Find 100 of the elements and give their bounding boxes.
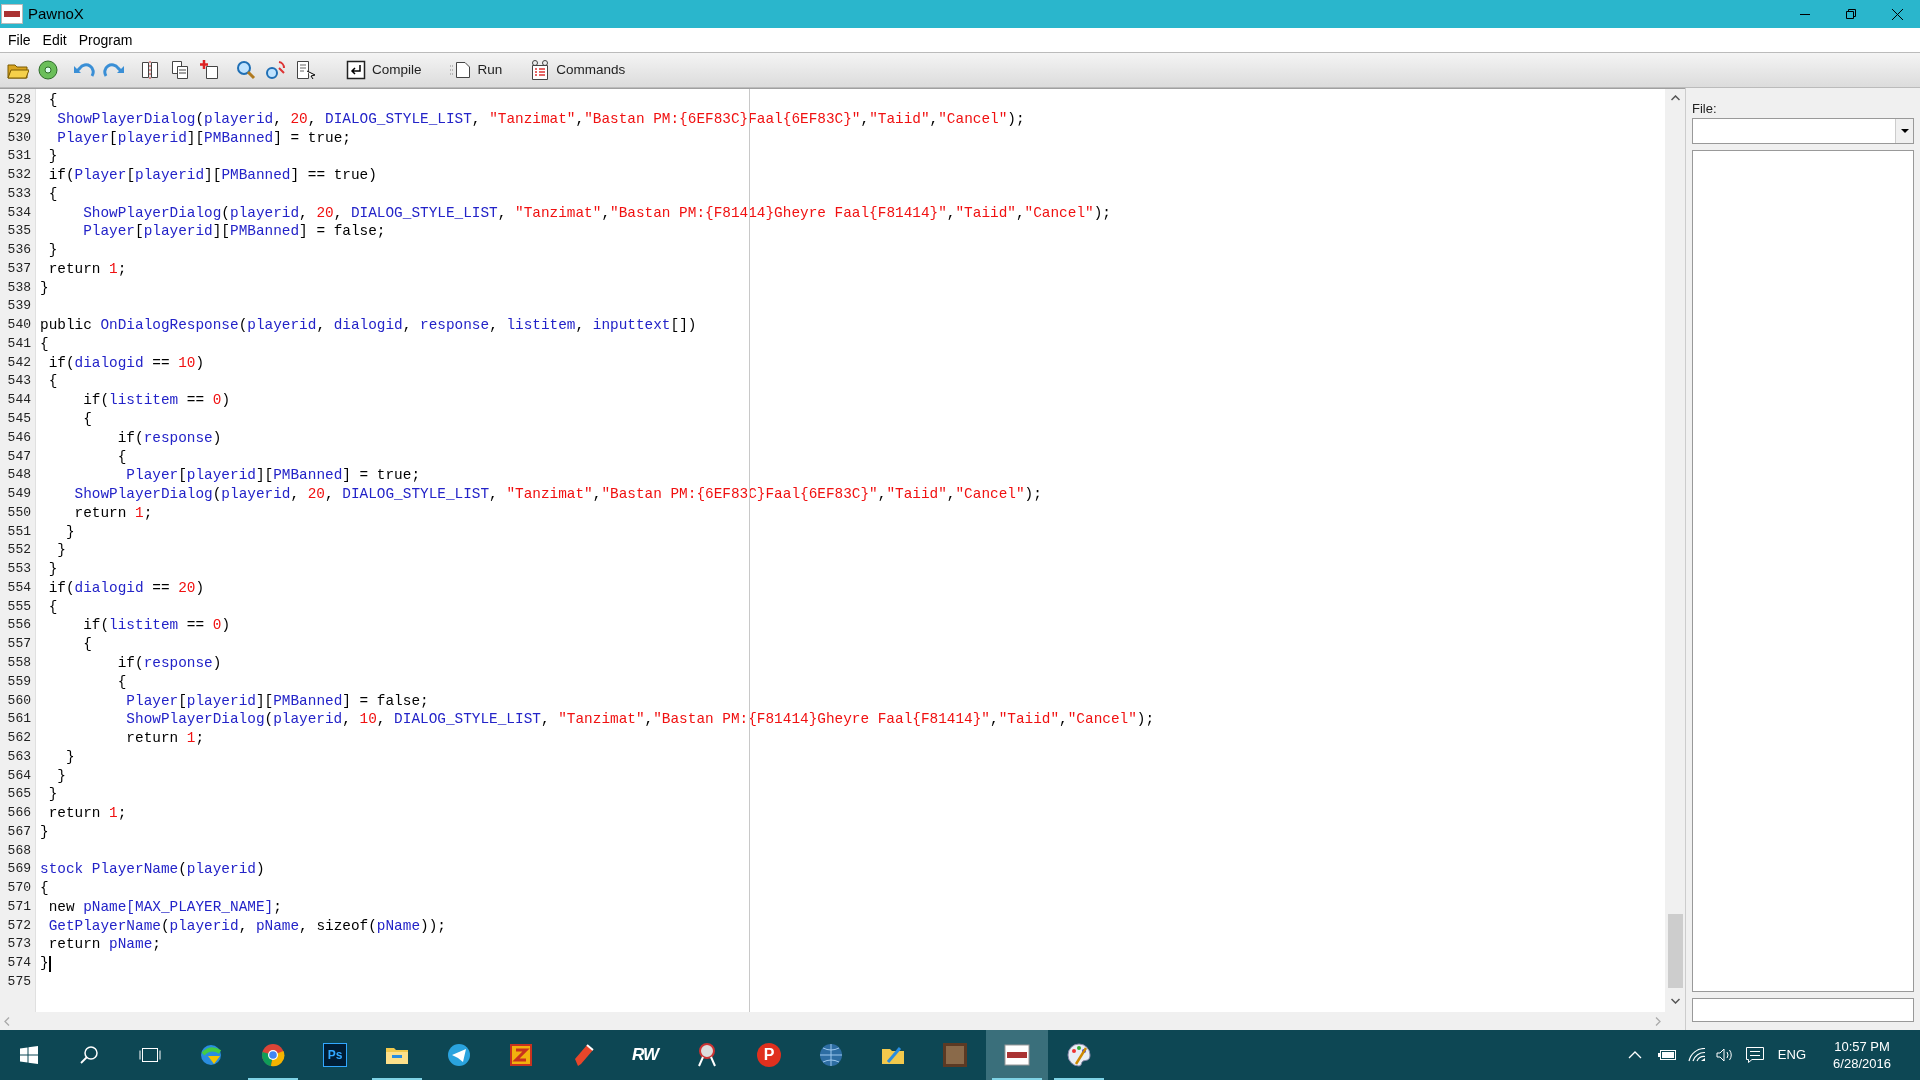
search-icon xyxy=(80,1046,98,1064)
line-number: 556 xyxy=(7,616,31,635)
line-number: 558 xyxy=(7,653,31,672)
code-line: { xyxy=(82,410,92,429)
line-number: 554 xyxy=(7,578,31,597)
file-label: File: xyxy=(1692,102,1718,116)
toolbar-button[interactable]: Commands xyxy=(524,56,632,84)
palette-icon xyxy=(1066,1042,1092,1068)
taskbar-app[interactable]: Ps xyxy=(304,1030,366,1080)
line-number: 552 xyxy=(7,541,31,560)
scroll-up-icon xyxy=(1670,95,1680,101)
code-line: public OnDialogResponse(playerid, dialogid, response, listitem, inputtext[]) xyxy=(40,316,697,335)
line-number: 546 xyxy=(7,428,31,447)
line-number: 566 xyxy=(7,804,31,823)
chrome-icon xyxy=(260,1042,286,1068)
taskbar-app[interactable] xyxy=(986,1030,1048,1080)
code-line: } xyxy=(64,747,75,767)
code-line: { xyxy=(116,447,127,467)
volume-icon[interactable] xyxy=(1715,1048,1734,1062)
code-line: if(response) xyxy=(116,428,222,448)
add-page-icon xyxy=(200,60,220,80)
line-number: 528 xyxy=(7,91,31,109)
line-number: 565 xyxy=(7,785,31,804)
disc-icon xyxy=(38,60,58,80)
line-number: 561 xyxy=(7,710,31,729)
line-number: 531 xyxy=(7,147,31,166)
chevron-up-icon[interactable] xyxy=(1627,1051,1642,1059)
find-replace-icon xyxy=(265,60,287,80)
code-line: Player[playerid][PMBanned] = false; xyxy=(125,691,429,711)
code-line: return 1; xyxy=(125,729,205,748)
redo-icon xyxy=(103,62,125,78)
scroll-thumb[interactable] xyxy=(1667,914,1683,988)
language-indicator[interactable]: ENG xyxy=(1777,1045,1806,1065)
line-number: 557 xyxy=(7,635,31,654)
code-line: } xyxy=(40,822,49,842)
line-number: 575 xyxy=(7,973,31,991)
line-number: 559 xyxy=(7,672,31,691)
code-line: stock PlayerName(playerid) xyxy=(40,860,265,880)
window-title: PawnoX xyxy=(28,3,84,24)
close-icon xyxy=(1891,8,1903,20)
page-cursor-icon xyxy=(296,60,316,80)
wifi-icon[interactable] xyxy=(1687,1048,1706,1062)
line-number: 562 xyxy=(7,729,31,748)
code-line: { xyxy=(40,334,49,354)
code-line: if(response) xyxy=(116,653,222,673)
code-line: { xyxy=(40,879,49,898)
scroll-right-icon xyxy=(1655,1016,1661,1026)
battery-icon[interactable] xyxy=(1657,1050,1676,1060)
code-line: } xyxy=(47,560,58,579)
line-number: 553 xyxy=(7,560,31,579)
line-number: 537 xyxy=(7,259,31,278)
line-number: 550 xyxy=(7,503,31,522)
code-line: ShowPlayerDialog(playerid, 20, DIALOG_STYLE_LIST, "Tanzimat","Bastan PM:{6EF83C}Faal{6EF83C}","Taiid","Cancel"); xyxy=(56,109,1025,129)
menu-item[interactable]: Program xyxy=(72,29,139,51)
notification-icon[interactable] xyxy=(1745,1047,1764,1063)
menu-item[interactable]: File xyxy=(2,29,37,51)
app-icon xyxy=(1,4,23,24)
line-number: 573 xyxy=(7,935,31,954)
code-line: { xyxy=(47,91,58,110)
code-line: ShowPlayerDialog(playerid, 20, DIALOG_STYLE_LIST, "Tanzimat","Bastan PM:{F81414}Gheyre Faal{F81414}","Taiid","Cancel"); xyxy=(82,203,1111,223)
taskbar-app[interactable]: P xyxy=(738,1030,800,1080)
globe-icon xyxy=(818,1042,844,1068)
line-number: 539 xyxy=(7,297,31,316)
code-line: } xyxy=(47,241,58,260)
minimize-icon xyxy=(1800,13,1810,15)
line-number: 567 xyxy=(7,822,31,841)
page-icon xyxy=(449,61,472,79)
clock-time[interactable]: 10:57 PM xyxy=(1834,1038,1890,1055)
photoshop-icon: Ps xyxy=(323,1043,347,1067)
taskbar-app[interactable]: RW xyxy=(614,1030,676,1080)
line-number: 535 xyxy=(7,222,31,241)
restore-icon xyxy=(1846,9,1856,19)
code-line: { xyxy=(47,597,58,617)
enter-page-icon xyxy=(346,60,366,80)
toolbar-button[interactable]: Compile xyxy=(340,56,428,84)
code-line: { xyxy=(116,672,127,692)
line-number: 574 xyxy=(7,954,31,973)
clipboard-list-icon xyxy=(530,60,551,80)
menu-item[interactable]: Edit xyxy=(36,29,73,51)
copy-icon xyxy=(171,60,189,80)
code-line: Player[playerid][PMBanned] = true; xyxy=(125,466,421,486)
line-number: 532 xyxy=(7,166,31,185)
rw-logo-icon: RW xyxy=(632,1042,658,1068)
line-number: 544 xyxy=(7,391,31,410)
line-number: 555 xyxy=(7,597,31,616)
code-line: if(Player[playerid][PMBanned] == true) xyxy=(47,166,377,185)
windows-icon xyxy=(20,1046,38,1064)
file-dropdown[interactable] xyxy=(1692,118,1914,144)
toolbar-button[interactable]: Run xyxy=(443,56,509,84)
code-line: GetPlayerName(playerid, pName, sizeof(pName)); xyxy=(47,916,446,936)
line-number: 568 xyxy=(7,841,31,860)
code-line: if(listitem == 0) xyxy=(82,391,230,410)
clock-date[interactable]: 6/28/2016 xyxy=(1833,1055,1891,1072)
paper-plane-icon xyxy=(446,1042,472,1068)
line-number: 572 xyxy=(7,916,31,935)
line-number: 549 xyxy=(7,485,31,504)
line-number: 563 xyxy=(7,747,31,766)
text-field[interactable] xyxy=(1692,998,1914,1022)
line-number: 564 xyxy=(7,766,31,785)
code-line: } xyxy=(40,278,49,298)
